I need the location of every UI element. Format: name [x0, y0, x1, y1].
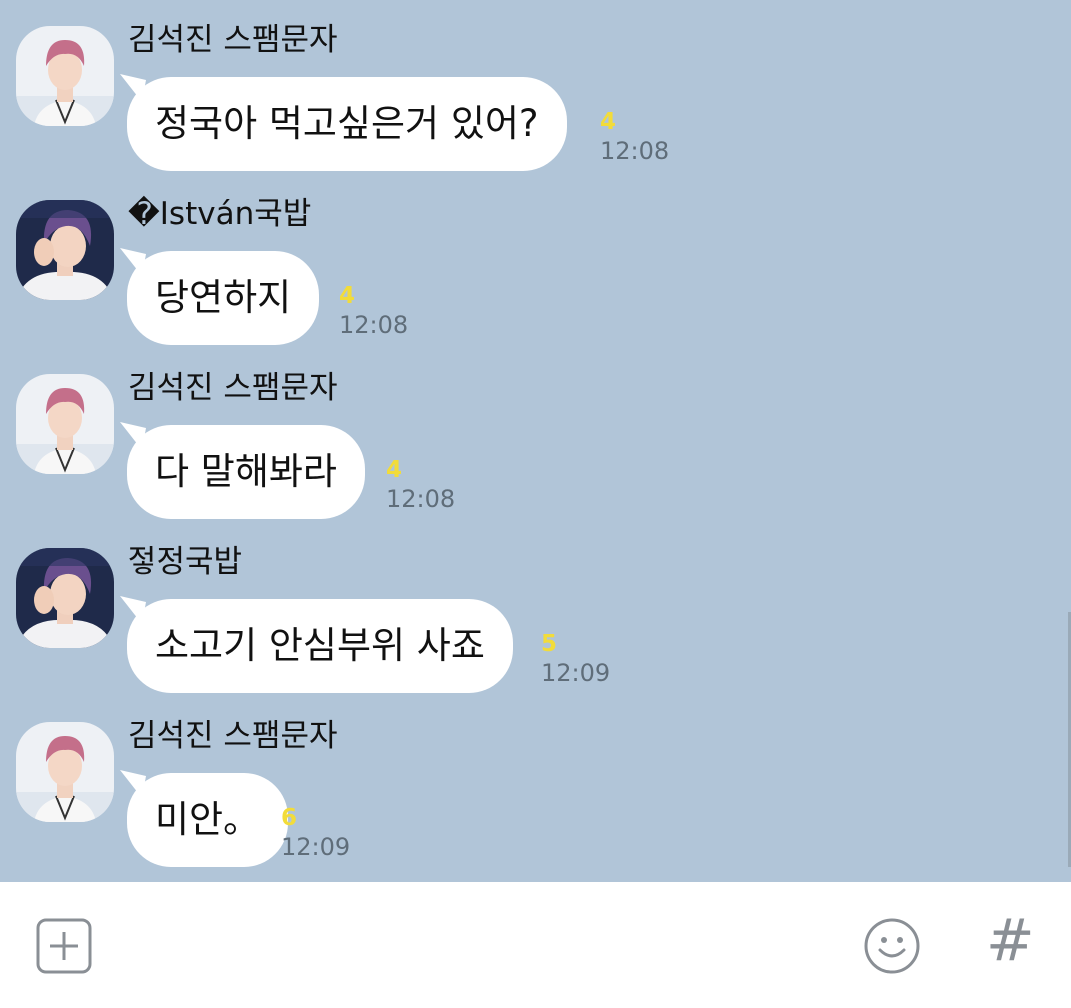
unread-count: 5 [541, 631, 558, 657]
avatar[interactable] [16, 722, 114, 822]
sender-name: �István국밥 [128, 196, 312, 232]
message-row: 김석진 스팸문자 다 말해봐라 4 12:08 [0, 348, 1000, 522]
unread-count: 4 [386, 457, 403, 483]
message-time: 12:09 [541, 659, 611, 687]
unread-count: 4 [339, 283, 356, 309]
message-bubble[interactable]: 정국아 먹고싶은거 있어? [127, 77, 567, 171]
message-meta: 4 12:08 [339, 282, 408, 340]
message-time: 12:09 [281, 833, 351, 861]
avatar[interactable] [16, 374, 114, 474]
message-bubble[interactable]: 당연하지 [127, 251, 320, 345]
message-meta: 4 12:08 [386, 456, 455, 514]
avatar[interactable] [16, 26, 114, 126]
message-bubble[interactable]: 미안。 [127, 773, 289, 867]
sender-name: 김석진 스팸문자 [128, 718, 338, 754]
message-meta: 6 12:09 [281, 804, 350, 862]
avatar[interactable] [16, 200, 114, 300]
message-bubble[interactable]: 소고기 안심부위 사죠 [127, 599, 513, 693]
sender-name: 김석진 스팸문자 [128, 22, 338, 58]
message-time: 12:08 [386, 485, 456, 513]
sender-name: 젛정국밥 [128, 544, 243, 580]
emoji-smile-icon[interactable] [862, 916, 922, 976]
message-time: 12:08 [339, 311, 409, 339]
message-meta: 4 12:08 [600, 108, 669, 166]
plus-square-icon[interactable] [36, 918, 92, 974]
message-bubble[interactable]: 다 말해봐라 [127, 425, 365, 519]
message-row: 김석진 스팸문자 미안。 6 12:09 [0, 696, 1000, 870]
message-row: �István국밥 당연하지 4 12:08 [0, 174, 1000, 348]
message-time: 12:08 [600, 137, 670, 165]
hashtag-icon[interactable]: # [986, 910, 1035, 970]
message-meta: 5 12:09 [541, 630, 610, 688]
unread-count: 4 [600, 109, 617, 135]
avatar[interactable] [16, 548, 114, 648]
message-row: 김석진 스팸문자 정국아 먹고싶은거 있어? 4 12:08 [0, 0, 1000, 174]
input-bar: # [0, 882, 1071, 1008]
unread-count: 6 [281, 805, 298, 831]
chat-area[interactable]: 김석진 스팸문자 정국아 먹고싶은거 있어? 4 12:08 �István국밥… [0, 0, 1071, 882]
sender-name: 김석진 스팸문자 [128, 370, 338, 406]
message-row: 젛정국밥 소고기 안심부위 사죠 5 12:09 [0, 522, 1000, 696]
